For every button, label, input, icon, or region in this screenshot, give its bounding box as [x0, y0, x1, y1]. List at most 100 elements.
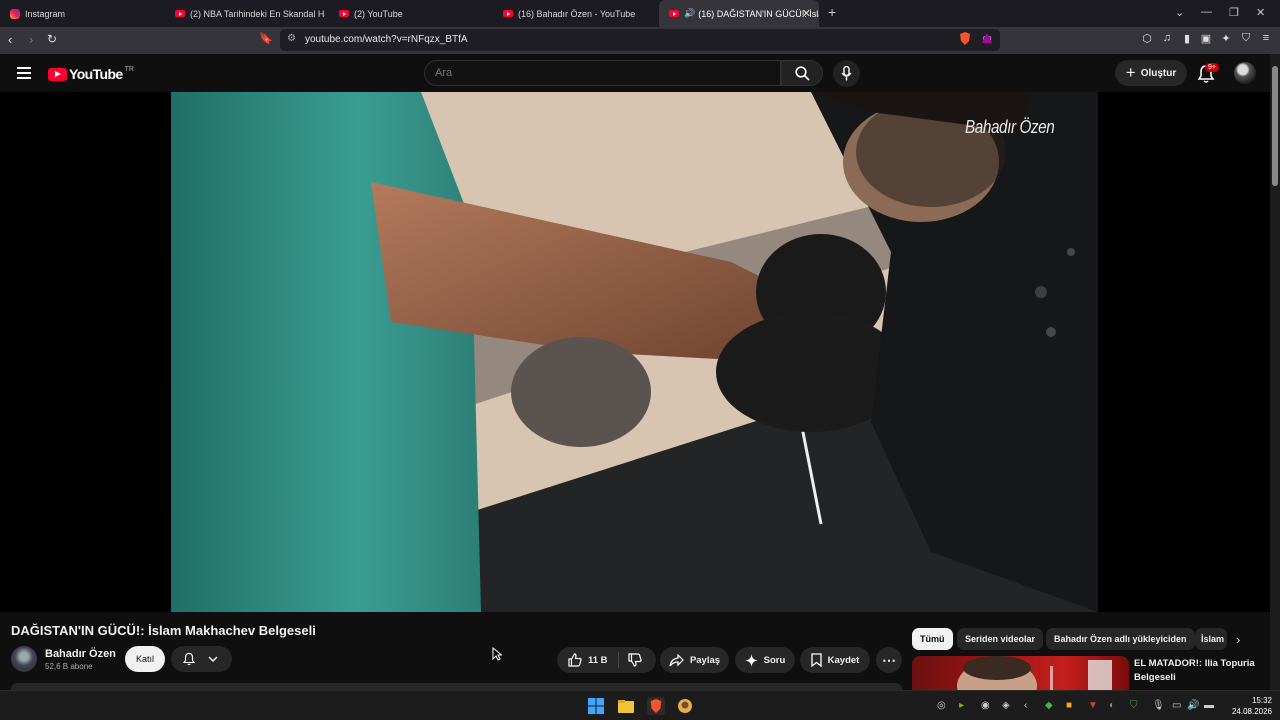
thumbs-down-icon: [628, 653, 642, 667]
extensions-icon[interactable]: ⬡: [1140, 32, 1154, 46]
tab-list-chevron-icon[interactable]: ⌄: [1175, 6, 1184, 19]
forward-icon[interactable]: ›: [29, 32, 33, 47]
speaker-icon: 🔊: [684, 8, 696, 18]
recommendation-thumbnail[interactable]: [912, 656, 1129, 690]
channel-name[interactable]: Bahadır Özen: [45, 648, 116, 660]
chip-islam[interactable]: İslam: [1195, 628, 1227, 650]
more-actions-button[interactable]: ⋯: [876, 647, 902, 673]
brave-shields-icon[interactable]: [958, 32, 972, 46]
video-title: DAĞISTAN'IN GÜCÜ!: İslam Makhachev Belge…: [11, 623, 316, 638]
save-button[interactable]: Kaydet: [800, 647, 870, 673]
brave-browser-icon[interactable]: [647, 697, 665, 715]
share-button[interactable]: Paylaş: [660, 647, 729, 673]
like-divider: [618, 652, 619, 668]
network-icon[interactable]: ▭: [1172, 700, 1181, 711]
tab-label: (2) YouTube: [354, 8, 403, 19]
tab-instagram[interactable]: Instagram: [0, 0, 168, 27]
share-label: Paylaş: [689, 654, 721, 666]
youtube-icon: [339, 10, 349, 17]
dislike-button[interactable]: [628, 653, 642, 672]
battery-icon[interactable]: ▬: [1204, 700, 1214, 711]
chevron-down-icon: [208, 656, 218, 663]
chip-series[interactable]: Seriden videolar: [957, 628, 1044, 650]
tray-orange-icon[interactable]: ■: [1066, 700, 1072, 711]
bookmark-save-icon: [811, 653, 822, 667]
tab-label: (16) Bahadır Özen - YouTube: [518, 8, 636, 19]
system-clock[interactable]: 15:32 24.08.2026: [1228, 695, 1272, 717]
tray-chevron-icon[interactable]: ‹: [1024, 700, 1027, 711]
steam-icon[interactable]: ◉: [981, 700, 990, 711]
leo-ai-icon[interactable]: ✦: [1219, 32, 1233, 46]
recommendation-title[interactable]: EL MATADOR!: Ilia Topuria Belgeseli: [1134, 657, 1264, 685]
menu-icon[interactable]: ≡: [1259, 32, 1273, 46]
discord-icon[interactable]: ◈: [1002, 700, 1010, 711]
nvidia-icon[interactable]: ▸: [959, 700, 964, 711]
subscriber-count: 52,6 B abone: [45, 662, 93, 671]
video-player[interactable]: [171, 92, 1098, 612]
youtube-logo[interactable]: YouTube TR: [48, 66, 134, 82]
tab-active-video[interactable]: 🔊 (16) DAĞISTAN'IN GÜCÜ!: İsla ✕: [659, 0, 819, 27]
tab-nba[interactable]: (2) NBA Tarihindeki En Skandal Hake: [165, 0, 325, 27]
youtube-play-icon: [48, 67, 67, 81]
tray-green-icon[interactable]: ◆: [1045, 700, 1053, 711]
site-settings-icon[interactable]: ⚙: [287, 33, 296, 44]
wallet-icon[interactable]: ▣: [1199, 32, 1213, 46]
tab-youtube[interactable]: (2) YouTube: [329, 0, 489, 27]
tray-shield-icon[interactable]: ⛉: [1130, 700, 1138, 711]
music-icon[interactable]: ♫: [1160, 32, 1174, 46]
create-label: Oluştur: [1140, 67, 1177, 79]
windows-start-icon[interactable]: [588, 698, 604, 714]
tray-app-icon[interactable]: ◎: [937, 700, 946, 711]
close-icon[interactable]: ✕: [802, 7, 811, 20]
description-box[interactable]: [11, 683, 902, 690]
subscription-notifications-button[interactable]: [171, 646, 232, 672]
search-button[interactable]: [781, 60, 823, 86]
join-button[interactable]: Katıl: [125, 646, 165, 672]
like-count: 11 B: [588, 654, 608, 666]
app-avatar-icon[interactable]: [677, 698, 693, 714]
vpn-shield-icon[interactable]: ⛉: [1239, 32, 1253, 46]
sidebar-icon[interactable]: ▮: [1180, 32, 1194, 46]
instagram-icon: [10, 8, 20, 19]
ask-button[interactable]: Soru: [735, 647, 795, 673]
maximize-button[interactable]: ❐: [1229, 6, 1239, 19]
scrollbar-thumb[interactable]: [1272, 66, 1278, 186]
address-bar[interactable]: ⚙ youtube.com/watch?v=rNFqzx_BTfA ▭: [280, 29, 1000, 51]
create-button[interactable]: + Oluştur: [1115, 60, 1187, 86]
url-text: youtube.com/watch?v=rNFqzx_BTfA: [305, 34, 468, 45]
youtube-icon: [503, 10, 513, 17]
search-box: [424, 60, 781, 86]
voice-search-button[interactable]: [833, 60, 860, 87]
sparkle-icon: [744, 653, 758, 667]
microphone-tray-icon[interactable]: 🎙: [1152, 700, 1165, 711]
page-scrollbar[interactable]: [1270, 54, 1280, 690]
tray-red-icon[interactable]: ▼: [1088, 700, 1098, 711]
os-taskbar: ◎ ▸ ◉ ◈ ‹ ◆ ■ ▼ ◐ ⛉ 🎙 ▭ 🔊 ▬ 15:32 24.08.…: [0, 690, 1280, 720]
logo-wordmark: YouTube: [69, 66, 123, 82]
youtube-icon: [669, 10, 679, 17]
tray-share-icon[interactable]: ◐: [1109, 700, 1115, 711]
file-explorer-icon[interactable]: [618, 698, 634, 714]
tab-bahadir-ozen[interactable]: (16) Bahadır Özen - YouTube: [493, 0, 655, 27]
bookmark-icon[interactable]: 🔖: [259, 32, 273, 45]
tab-label: Instagram: [25, 8, 66, 19]
chip-uploader[interactable]: Bahadır Özen adlı yükleyiciden: [1046, 628, 1195, 650]
account-avatar[interactable]: [1234, 62, 1256, 84]
browser-toolbar: ‹ › ↻ 🔖 ⚙ youtube.com/watch?v=rNFqzx_BTf…: [0, 27, 1280, 54]
hamburger-menu-icon[interactable]: [17, 67, 31, 82]
chip-all[interactable]: Tümü: [912, 628, 953, 650]
more-horizontal-icon: ⋯: [882, 651, 896, 668]
brave-rewards-icon[interactable]: [980, 32, 994, 46]
share-icon: [669, 653, 684, 666]
back-icon[interactable]: ‹: [8, 32, 12, 47]
minimize-button[interactable]: —: [1201, 6, 1212, 18]
clock-time: 15:32: [1251, 696, 1272, 705]
channel-avatar[interactable]: [11, 646, 37, 672]
new-tab-button[interactable]: +: [828, 4, 836, 20]
chevron-right-icon[interactable]: ›: [1236, 632, 1240, 647]
search-input[interactable]: [435, 67, 765, 79]
volume-icon[interactable]: 🔊: [1187, 700, 1199, 711]
close-window-button[interactable]: ✕: [1256, 6, 1265, 19]
reload-icon[interactable]: ↻: [47, 32, 57, 46]
ask-label: Soru: [763, 654, 786, 666]
